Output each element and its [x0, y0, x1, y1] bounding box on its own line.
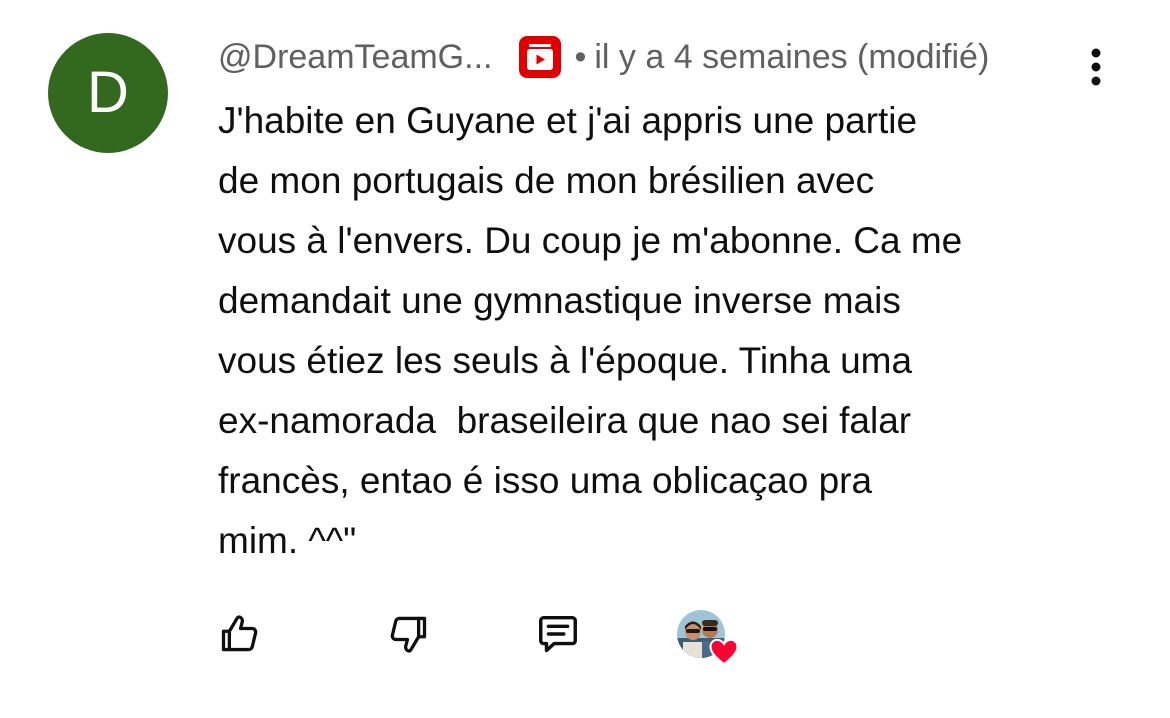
thumb-up-icon — [221, 615, 258, 652]
dislike-button[interactable] — [384, 610, 432, 658]
avatar-letter: D — [87, 60, 129, 125]
comment-reply-icon — [539, 615, 577, 653]
thumb-down-icon — [390, 616, 427, 653]
meta-separator: • — [574, 37, 587, 76]
comment-thread: D @DreamTeamG... • il y a 4 semaines (mo… — [0, 0, 1170, 718]
member-badge-icon — [518, 35, 562, 79]
like-button[interactable] — [216, 610, 264, 658]
author-avatar[interactable]: D — [48, 33, 168, 153]
author-handle[interactable]: @DreamTeamG... — [218, 38, 492, 77]
more-options-button[interactable] — [1076, 44, 1116, 90]
comment-timestamp: il y a 4 semaines (modifié) — [594, 37, 990, 76]
vertical-dots-icon — [1091, 48, 1101, 86]
comment-body: J'habite en Guyane et j'ai appris une pa… — [218, 100, 963, 561]
heart-icon — [708, 636, 740, 666]
comment-header: @DreamTeamG... • il y a 4 semaines (modi… — [218, 34, 989, 80]
reply-button[interactable] — [534, 610, 582, 658]
creator-heart[interactable] — [677, 610, 741, 666]
